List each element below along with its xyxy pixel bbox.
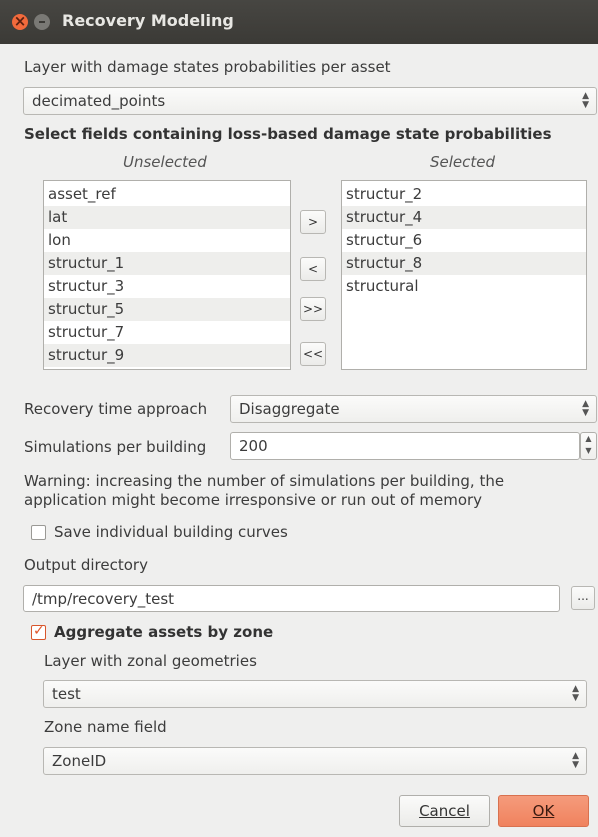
recovery-approach-label: Recovery time approach	[24, 400, 208, 418]
list-item[interactable]: structur_4	[342, 206, 586, 229]
move-all-right-button[interactable]: >>	[300, 297, 326, 321]
list-item[interactable]: structur_9	[44, 344, 290, 367]
list-item[interactable]: lon	[44, 229, 290, 252]
aggregate-checkbox[interactable]	[31, 623, 46, 640]
zone-field-label: Zone name field	[44, 718, 167, 736]
fields-heading: Select fields containing loss-based dama…	[24, 125, 552, 143]
output-directory-label: Output directory	[24, 556, 148, 574]
combo-arrows-icon: ▲ ▼	[572, 751, 579, 770]
simulations-warning-line2: application might become irresponsive or…	[24, 491, 483, 509]
save-curves-checkbox[interactable]	[31, 525, 46, 540]
combo-arrows-icon: ▲ ▼	[582, 399, 589, 418]
zone-layer-combo[interactable]: test ▲ ▼	[43, 680, 587, 708]
unselected-list[interactable]: asset_ref lat lon structur_1 structur_3 …	[43, 180, 291, 370]
list-item[interactable]: structur_7	[44, 321, 290, 344]
ok-button-label: OK	[532, 802, 555, 820]
combo-arrows-icon: ▲ ▼	[582, 91, 589, 110]
list-item[interactable]: structur_6	[342, 229, 586, 252]
move-right-button[interactable]: >	[300, 210, 326, 234]
zone-field-value: ZoneID	[52, 752, 107, 770]
zone-layer-label: Layer with zonal geometries	[44, 652, 257, 670]
simulations-label: Simulations per building	[24, 438, 207, 456]
list-item[interactable]: lat	[44, 206, 290, 229]
damage-layer-label: Layer with damage states probabilities p…	[24, 58, 391, 76]
simulations-spinbox[interactable]: 200	[230, 432, 580, 460]
damage-layer-value: decimated_points	[32, 92, 166, 110]
window-title: Recovery Modeling	[62, 11, 234, 30]
recovery-approach-combo[interactable]: Disaggregate ▲ ▼	[230, 395, 597, 423]
list-item[interactable]: structur_8	[342, 252, 586, 275]
zone-layer-value: test	[52, 685, 81, 703]
list-item[interactable]: structur_2	[342, 183, 586, 206]
damage-layer-combo[interactable]: decimated_points ▲ ▼	[23, 87, 597, 115]
title-bar: Recovery Modeling	[0, 0, 598, 44]
output-directory-field[interactable]: /tmp/recovery_test	[23, 585, 560, 612]
browse-button[interactable]: ...	[571, 586, 595, 610]
output-directory-value: /tmp/recovery_test	[32, 590, 175, 608]
minimize-icon[interactable]	[34, 14, 50, 30]
selected-label: Selected	[430, 153, 496, 171]
list-item[interactable]: structur_3	[44, 275, 290, 298]
ok-button[interactable]: OK	[498, 795, 589, 827]
save-curves-label[interactable]: Save individual building curves	[54, 523, 288, 541]
cancel-button-label: Cancel	[419, 802, 470, 820]
selected-list[interactable]: structur_2 structur_4 structur_6 structu…	[341, 180, 587, 370]
list-item[interactable]: structur_1	[44, 252, 290, 275]
aggregate-label[interactable]: Aggregate assets by zone	[54, 623, 273, 641]
recovery-approach-value: Disaggregate	[239, 400, 340, 418]
list-item[interactable]: structur_5	[44, 298, 290, 321]
simulations-value: 200	[239, 437, 268, 455]
list-item[interactable]: structural	[342, 275, 586, 298]
move-left-button[interactable]: <	[300, 257, 326, 281]
cancel-button[interactable]: Cancel	[399, 795, 490, 827]
move-all-left-button[interactable]: <<	[300, 342, 326, 366]
zone-field-combo[interactable]: ZoneID ▲ ▼	[43, 747, 587, 775]
spin-arrows-icon[interactable]: ▲ ▼	[580, 432, 597, 460]
unselected-label: Unselected	[123, 153, 207, 171]
combo-arrows-icon: ▲ ▼	[572, 684, 579, 703]
list-item[interactable]: asset_ref	[44, 183, 290, 206]
simulations-warning-line1: Warning: increasing the number of simula…	[24, 472, 505, 490]
close-icon[interactable]	[12, 12, 28, 30]
